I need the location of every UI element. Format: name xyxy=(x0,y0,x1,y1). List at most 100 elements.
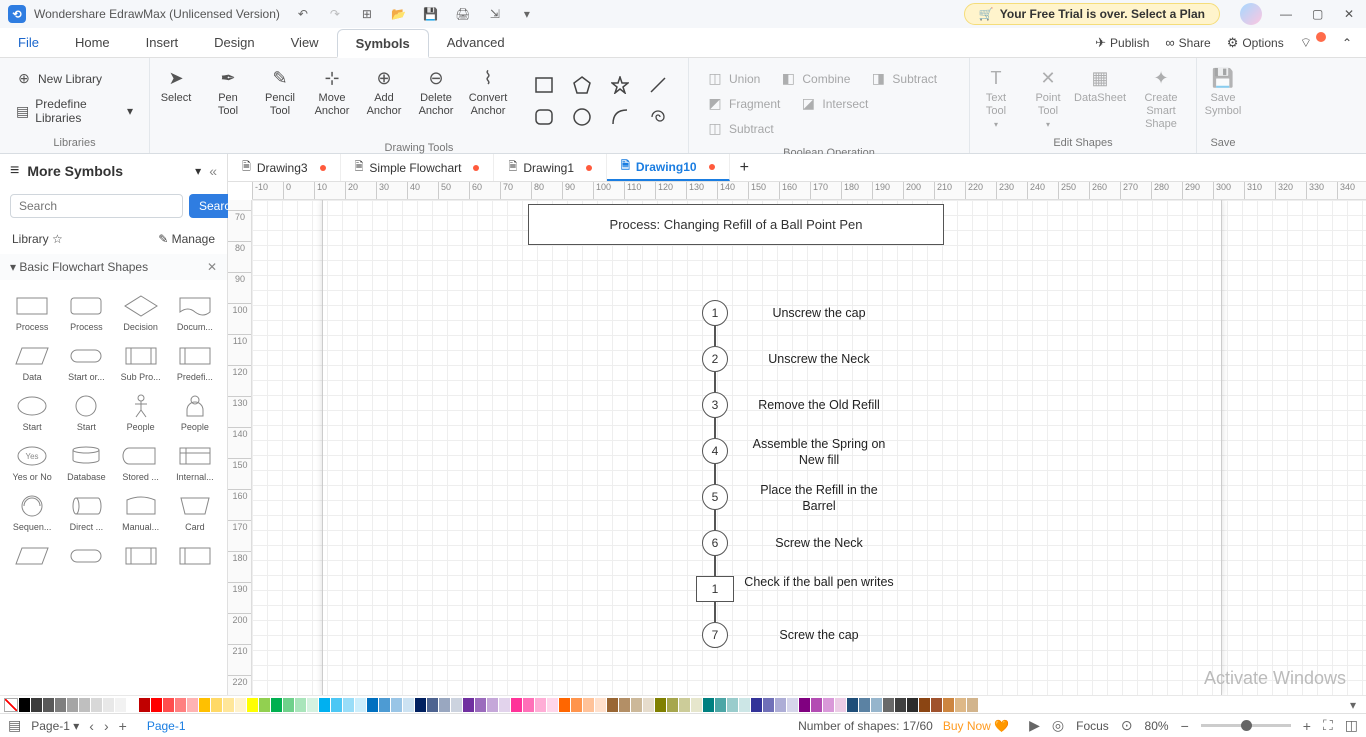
library-link[interactable]: Library ☆ xyxy=(12,232,63,246)
shape-lib-item[interactable]: Stored ... xyxy=(115,438,167,484)
fullscreen-icon[interactable]: ⛶ xyxy=(1323,717,1333,734)
focus-target-icon[interactable]: ◎ xyxy=(1052,717,1064,734)
color-swatch[interactable] xyxy=(919,698,930,712)
menu-home[interactable]: Home xyxy=(57,28,128,57)
shape-lib-item[interactable]: Start xyxy=(60,388,112,434)
color-swatch[interactable] xyxy=(91,698,102,712)
move-anchor-button[interactable]: ⊹Move Anchor xyxy=(306,62,358,118)
color-swatch[interactable] xyxy=(727,698,738,712)
new-icon[interactable]: ⊞ xyxy=(358,5,376,23)
predefine-libraries-button[interactable]: ▤Predefine Libraries▾ xyxy=(6,93,143,129)
color-swatch[interactable] xyxy=(667,698,678,712)
search-input[interactable] xyxy=(10,194,183,218)
shape-lib-item[interactable]: Sub Pro... xyxy=(115,338,167,384)
delete-anchor-button[interactable]: ⊖Delete Anchor xyxy=(410,62,462,118)
color-swatch[interactable] xyxy=(319,698,330,712)
flowchart-step-text[interactable]: Screw the cap xyxy=(744,627,894,643)
shape-lib-item[interactable]: Predefi... xyxy=(169,338,221,384)
menu-share[interactable]: ∞Share xyxy=(1165,35,1210,50)
color-swatch[interactable] xyxy=(247,698,258,712)
intersect-button[interactable]: ◪Intersect xyxy=(790,91,878,116)
arc-shape-icon[interactable] xyxy=(606,104,634,130)
shape-lib-item[interactable] xyxy=(6,538,58,572)
flowchart-step-text[interactable]: Unscrew the Neck xyxy=(744,351,894,367)
flowchart-node[interactable]: 5 xyxy=(702,484,728,510)
presentation-icon[interactable]: ▶ xyxy=(1029,717,1040,734)
roundrect-shape-icon[interactable] xyxy=(530,104,558,130)
shape-lib-item[interactable] xyxy=(115,538,167,572)
color-swatch[interactable] xyxy=(19,698,30,712)
menu-publish[interactable]: ✈Publish xyxy=(1095,35,1149,51)
circle-shape-icon[interactable] xyxy=(568,104,596,130)
color-swatch[interactable] xyxy=(907,698,918,712)
color-swatch[interactable] xyxy=(691,698,702,712)
color-swatch[interactable] xyxy=(283,698,294,712)
shape-lib-item[interactable]: Data xyxy=(6,338,58,384)
zoom-slider[interactable] xyxy=(1201,724,1291,727)
line-shape-icon[interactable] xyxy=(644,72,672,98)
color-swatch[interactable] xyxy=(391,698,402,712)
zoom-out-icon[interactable]: − xyxy=(1181,718,1189,734)
color-swatch[interactable] xyxy=(379,698,390,712)
burger-icon[interactable]: ≡ xyxy=(10,162,19,180)
color-swatch[interactable] xyxy=(739,698,750,712)
save-icon[interactable]: 💾 xyxy=(422,5,440,23)
color-swatch[interactable] xyxy=(775,698,786,712)
color-swatch[interactable] xyxy=(535,698,546,712)
color-swatch[interactable] xyxy=(55,698,66,712)
pentagon-shape-icon[interactable] xyxy=(568,72,596,98)
star-shape-icon[interactable] xyxy=(606,72,634,98)
add-anchor-button[interactable]: ⊕Add Anchor xyxy=(358,62,410,118)
undo-icon[interactable]: ↶ xyxy=(294,5,312,23)
convert-anchor-button[interactable]: ⌇Convert Anchor xyxy=(462,62,514,118)
flowchart-node[interactable]: 6 xyxy=(702,530,728,556)
color-swatch[interactable] xyxy=(67,698,78,712)
color-swatch[interactable] xyxy=(103,698,114,712)
color-swatch[interactable] xyxy=(235,698,246,712)
shape-lib-item[interactable]: Manual... xyxy=(115,488,167,534)
color-swatch[interactable] xyxy=(703,698,714,712)
color-swatch[interactable] xyxy=(295,698,306,712)
point-tool-button[interactable]: ✕Point Tool▾ xyxy=(1022,62,1074,130)
menu-advanced[interactable]: Advanced xyxy=(429,28,523,57)
shape-lib-item[interactable]: People xyxy=(115,388,167,434)
color-swatch[interactable] xyxy=(883,698,894,712)
color-swatch[interactable] xyxy=(679,698,690,712)
color-swatch[interactable] xyxy=(967,698,978,712)
menu-design[interactable]: Design xyxy=(196,28,272,57)
color-swatch[interactable] xyxy=(559,698,570,712)
color-swatch[interactable] xyxy=(211,698,222,712)
color-swatch[interactable] xyxy=(355,698,366,712)
focus-label[interactable]: Focus xyxy=(1076,719,1109,733)
shape-lib-item[interactable]: Start xyxy=(6,388,58,434)
outline-icon[interactable]: ▤ xyxy=(8,717,21,734)
flowchart-step-text[interactable]: Unscrew the cap xyxy=(744,305,894,321)
color-swatch[interactable] xyxy=(799,698,810,712)
doc-tab[interactable]: 🗎Simple Flowchart xyxy=(341,154,495,181)
color-swatch[interactable] xyxy=(415,698,426,712)
color-swatch[interactable] xyxy=(403,698,414,712)
trial-banner[interactable]: 🛒 Your Free Trial is over. Select a Plan xyxy=(964,3,1220,25)
color-swatch[interactable] xyxy=(343,698,354,712)
pen-tool-button[interactable]: ✒Pen Tool xyxy=(202,62,254,118)
text-tool-button[interactable]: TText Tool▾ xyxy=(970,62,1022,130)
color-swatch[interactable] xyxy=(139,698,150,712)
menu-insert[interactable]: Insert xyxy=(128,28,197,57)
color-swatch[interactable] xyxy=(163,698,174,712)
color-swatch[interactable] xyxy=(811,698,822,712)
panel-icon[interactable]: ◫ xyxy=(1345,717,1358,734)
color-swatch[interactable] xyxy=(463,698,474,712)
prev-page-icon[interactable]: ‹ xyxy=(89,718,94,734)
flowchart-step-text[interactable]: Assemble the Spring on New fill xyxy=(744,436,894,469)
color-swatch[interactable] xyxy=(595,698,606,712)
color-swatch[interactable] xyxy=(931,698,942,712)
add-tab-button[interactable]: + xyxy=(730,159,759,177)
color-swatch[interactable] xyxy=(619,698,630,712)
color-swatch[interactable] xyxy=(835,698,846,712)
shape-lib-item[interactable]: Internal... xyxy=(169,438,221,484)
redo-icon[interactable]: ↷ xyxy=(326,5,344,23)
color-swatch[interactable] xyxy=(631,698,642,712)
shape-lib-item[interactable]: Sequen... xyxy=(6,488,58,534)
doc-tab[interactable]: 🗎Drawing3 xyxy=(228,154,341,181)
menu-view[interactable]: View xyxy=(273,28,337,57)
